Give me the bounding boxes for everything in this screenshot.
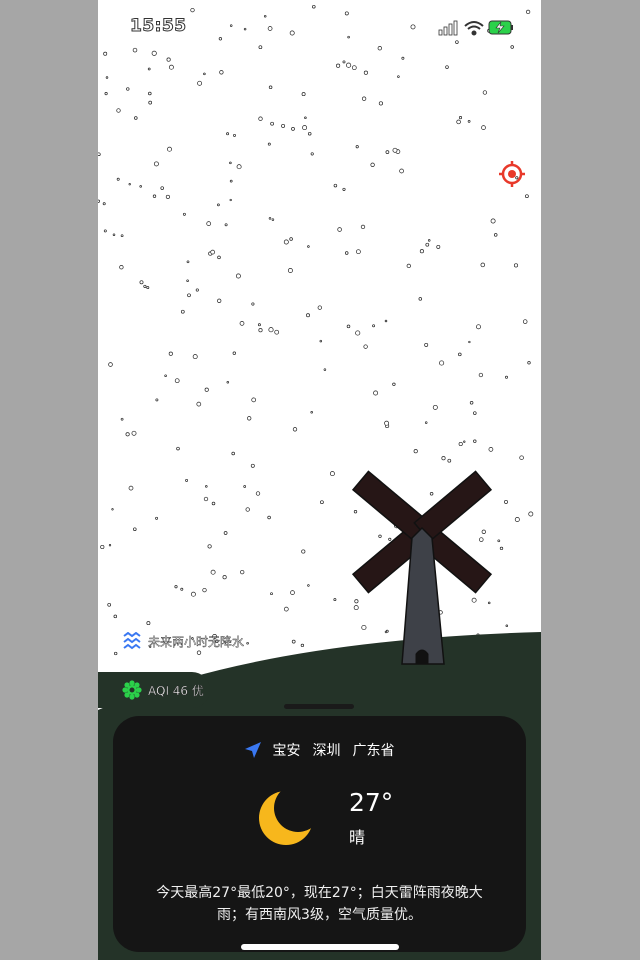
- location-row[interactable]: 宝安 深圳 广东省: [113, 740, 526, 760]
- current-temperature: 27°: [349, 788, 394, 817]
- phone-screen: 15:55 未来两小时无降水 AQI 46 优 宝安 深圳 广东省 27° 晴 …: [98, 0, 541, 960]
- weather-summary: 今天最高27°最低20°，现在27°；白天雷阵雨夜晚大雨；有西南风3级，空气质量…: [156, 885, 483, 923]
- status-time: 15:55: [130, 16, 187, 37]
- status-icons: [437, 18, 527, 38]
- signal-icon: [438, 20, 458, 36]
- gear-flower-icon: [122, 680, 142, 700]
- battery-icon: [488, 20, 513, 35]
- locate-target-button[interactable]: [498, 160, 526, 188]
- weather-card: 宝安 深圳 广东省 27° 晴 今天最高27°最低20°，现在27°；白天雷阵雨…: [113, 716, 526, 952]
- aqi-hint[interactable]: AQI 46 优: [122, 680, 204, 700]
- crescent-moon-icon: [259, 791, 313, 845]
- location-city: 深圳: [312, 743, 341, 759]
- location-province: 广东省: [352, 743, 395, 759]
- windmill-door: [415, 649, 429, 664]
- wifi-icon: [464, 21, 484, 36]
- navigation-arrow-icon: [244, 742, 261, 758]
- home-indicator[interactable]: [241, 944, 399, 950]
- sheet-grab-handle[interactable]: [284, 704, 354, 709]
- aqi-text: AQI 46 优: [148, 683, 204, 698]
- location-district: 宝安: [272, 743, 301, 759]
- weather-condition: 晴: [349, 828, 366, 847]
- wave-lines-icon: [123, 632, 141, 650]
- crosshair-target-icon: [499, 161, 525, 187]
- rain-forecast-text: 未来两小时无降水: [148, 634, 245, 649]
- rain-forecast-hint[interactable]: 未来两小时无降水: [122, 632, 244, 650]
